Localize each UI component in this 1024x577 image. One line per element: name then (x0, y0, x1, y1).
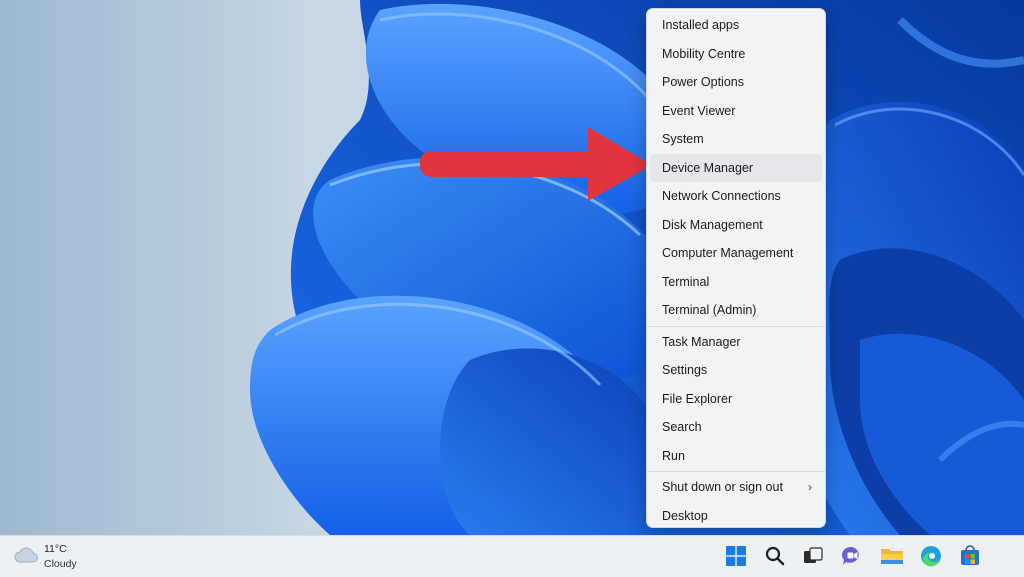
menu-item-run[interactable]: Run (650, 442, 822, 471)
menu-separator (647, 325, 825, 327)
desktop-wallpaper[interactable]: Installed apps Mobility Centre Power Opt… (0, 0, 1024, 535)
menu-item-computer-management[interactable]: Computer Management (650, 239, 822, 268)
windows-start-icon[interactable] (720, 540, 752, 572)
menu-item-label: Shut down or sign out (662, 480, 783, 494)
search-icon[interactable] (759, 540, 791, 572)
menu-item-device-manager[interactable]: Device Manager (650, 153, 822, 182)
menu-item-disk-management[interactable]: Disk Management (650, 211, 822, 240)
winx-context-menu: Installed apps Mobility Centre Power Opt… (646, 8, 826, 528)
weather-condition: Cloudy (44, 558, 77, 570)
weather-widget[interactable]: 11°C Cloudy (14, 541, 104, 573)
menu-item-event-viewer[interactable]: Event Viewer (650, 97, 822, 126)
menu-item-desktop[interactable]: Desktop (650, 502, 822, 531)
red-pointer-arrow-icon (420, 127, 652, 201)
edge-browser-icon[interactable] (915, 540, 947, 572)
task-view-icon[interactable] (797, 540, 829, 572)
menu-item-file-explorer[interactable]: File Explorer (650, 385, 822, 414)
bloom-wallpaper (250, 0, 1024, 535)
menu-item-installed-apps[interactable]: Installed apps (650, 11, 822, 40)
menu-item-terminal[interactable]: Terminal (650, 268, 822, 297)
microsoft-store-icon[interactable] (954, 540, 986, 572)
menu-item-settings[interactable]: Settings (650, 356, 822, 385)
cloud-icon (14, 547, 38, 563)
menu-item-task-manager[interactable]: Task Manager (650, 328, 822, 357)
menu-item-power-options[interactable]: Power Options (650, 68, 822, 97)
menu-item-mobility-centre[interactable]: Mobility Centre (650, 40, 822, 69)
weather-temperature: 11°C (44, 543, 67, 555)
taskbar: 11°C Cloudy (0, 535, 1024, 577)
menu-item-system[interactable]: System (650, 125, 822, 154)
menu-separator (647, 471, 825, 472)
menu-item-network-connections[interactable]: Network Connections (650, 182, 822, 211)
menu-item-shut-down-or-sign-out[interactable]: Shut down or sign out › (650, 473, 822, 502)
chevron-right-icon: › (808, 480, 812, 494)
menu-item-search[interactable]: Search (650, 413, 822, 442)
file-explorer-icon[interactable] (876, 540, 908, 572)
menu-item-terminal-admin[interactable]: Terminal (Admin) (650, 296, 822, 325)
teams-chat-icon[interactable] (836, 540, 868, 572)
